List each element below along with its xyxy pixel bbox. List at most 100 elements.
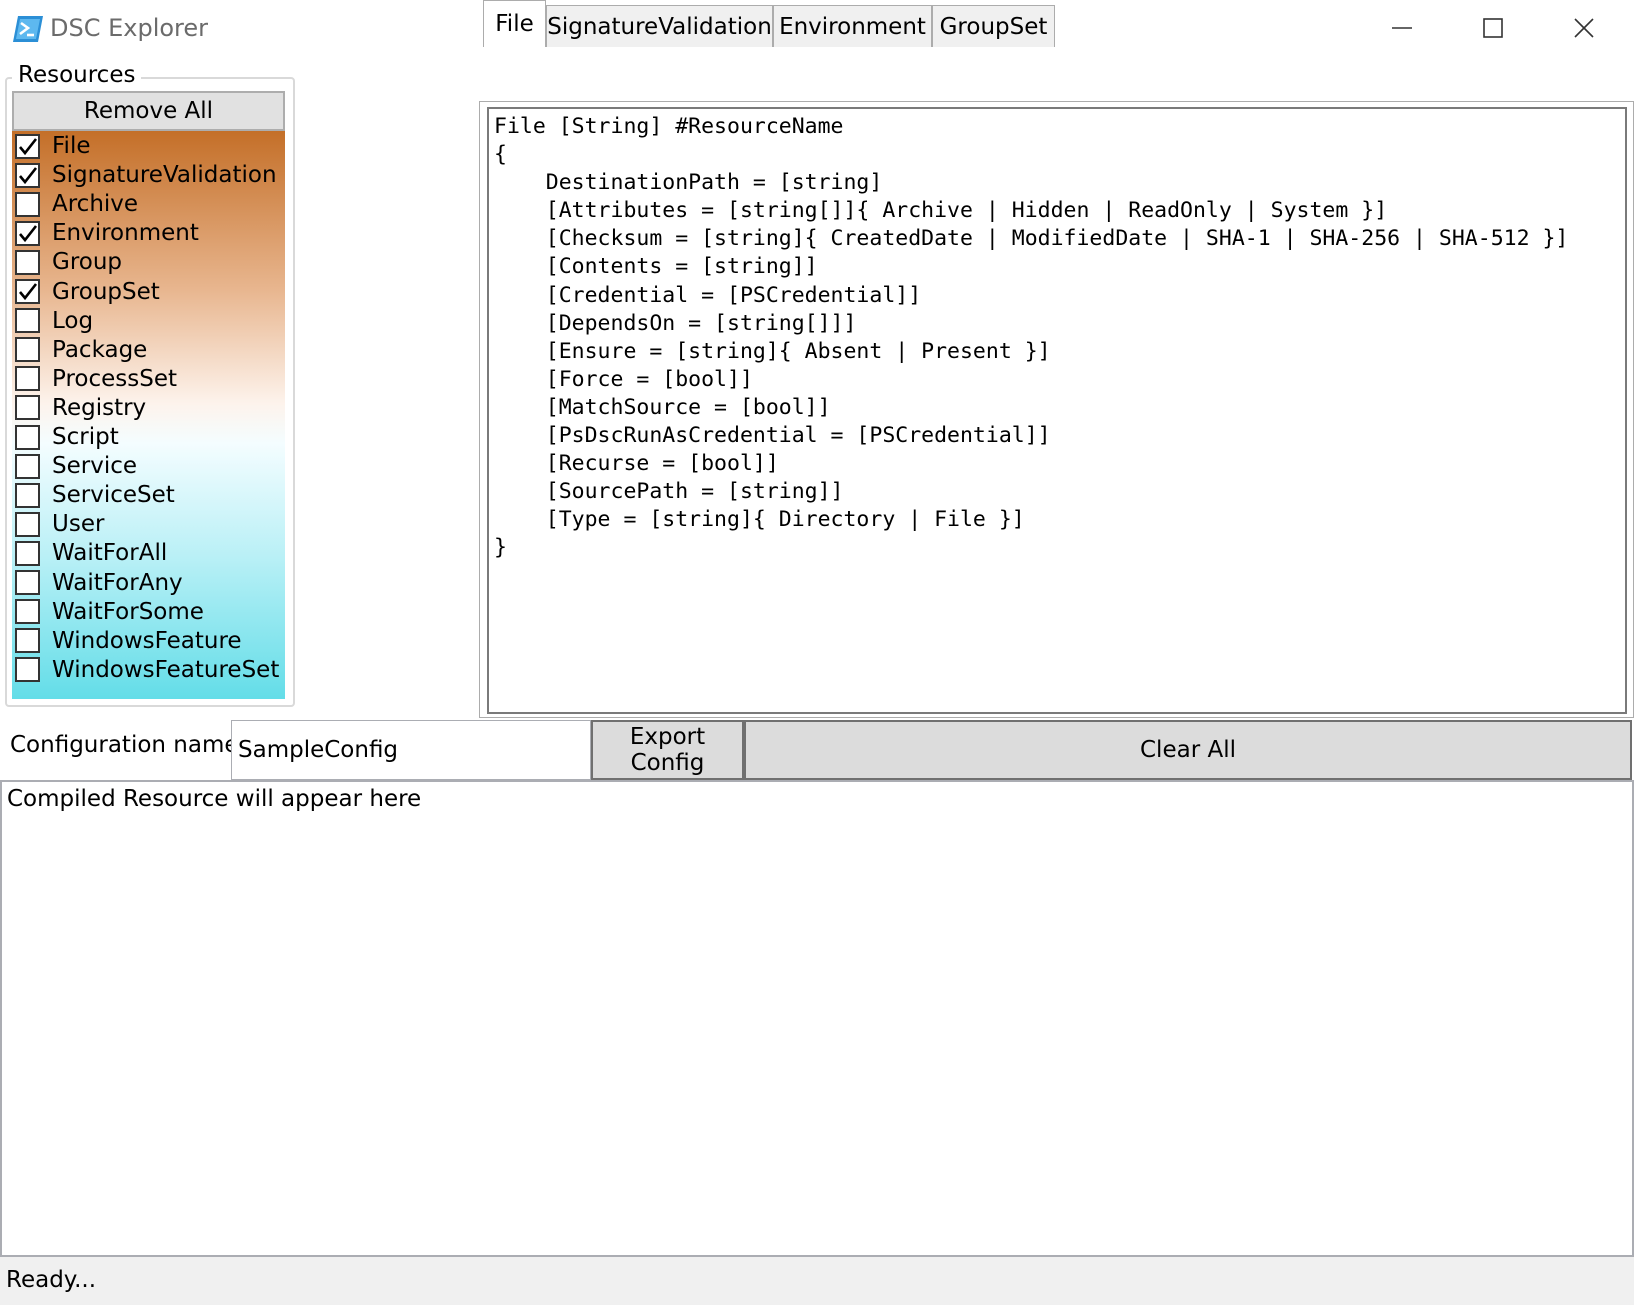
resource-item-script[interactable]: Script <box>12 422 285 452</box>
resource-item-label: WaitForSome <box>52 598 204 625</box>
resource-checkbox[interactable] <box>15 308 40 334</box>
resource-checkbox[interactable] <box>15 249 40 275</box>
powershell-icon <box>12 14 44 44</box>
resource-item-registry[interactable]: Registry <box>12 393 285 423</box>
code-line: } <box>494 535 507 561</box>
resource-item-label: Service <box>52 453 138 480</box>
resource-item-windowsfeature[interactable]: WindowsFeature <box>12 626 285 656</box>
configuration-name-input[interactable] <box>231 720 591 780</box>
checkmark-icon <box>19 166 38 184</box>
resource-item-label: Log <box>52 307 94 334</box>
resource-checkbox[interactable] <box>15 220 40 246</box>
window-title: DSC Explorer <box>50 14 209 42</box>
status-bar: Ready... <box>0 1257 1634 1305</box>
resource-item-label: Package <box>52 336 148 363</box>
resource-checkbox[interactable] <box>15 133 40 159</box>
resource-item-label: WaitForAll <box>52 540 168 567</box>
checkmark-icon <box>19 224 38 242</box>
resource-item-label: WaitForAny <box>52 569 183 596</box>
checkmark-icon <box>19 137 38 155</box>
resource-item-label: ServiceSet <box>52 482 175 509</box>
tab-environment[interactable]: Environment <box>773 5 932 47</box>
resource-checkbox[interactable] <box>15 628 40 654</box>
tab-file[interactable]: File <box>483 0 546 47</box>
resource-checkbox[interactable] <box>15 162 40 188</box>
tab-groupset[interactable]: GroupSet <box>932 5 1055 47</box>
code-line: [Attributes = [string[]]{ Archive | Hidd… <box>494 198 1388 224</box>
resource-item-signaturevalidation[interactable]: SignatureValidation <box>12 160 285 190</box>
resource-checkbox[interactable] <box>15 453 40 479</box>
code-line: [Force = [bool]] <box>494 366 753 392</box>
resource-item-label: GroupSet <box>52 278 160 305</box>
code-line: DestinationPath = [string] <box>494 170 883 196</box>
resource-item-label: File <box>52 133 91 159</box>
resource-checkbox[interactable] <box>15 570 40 595</box>
resource-item-label: Group <box>52 249 123 276</box>
close-button[interactable] <box>1554 6 1614 50</box>
resource-item-label: User <box>52 511 105 538</box>
resource-checkbox[interactable] <box>15 657 40 683</box>
resource-item-file[interactable]: File <box>12 131 285 161</box>
resource-item-environment[interactable]: Environment <box>12 218 285 248</box>
resource-item-label: Archive <box>52 191 139 218</box>
minimize-button[interactable] <box>1372 6 1432 50</box>
export-config-button[interactable]: Export Config <box>591 720 744 780</box>
checkmark-icon <box>19 283 38 301</box>
resource-item-label: WindowsFeatureSet <box>52 656 280 683</box>
resources-list[interactable]: File SignatureValidation Archive Environmen… <box>12 131 285 699</box>
resource-item-package[interactable]: Package <box>12 335 285 365</box>
resource-item-waitforany[interactable]: WaitForAny <box>12 568 285 598</box>
resource-item-label: SignatureValidation <box>52 162 277 189</box>
code-line: [Recurse = [bool]] <box>494 451 779 477</box>
code-line: File [String] #ResourceName <box>494 114 844 139</box>
resource-item-windowsfeatureset[interactable]: WindowsFeatureSet <box>12 655 285 685</box>
code-line: [Type = [string]{ Directory | File }] <box>494 507 1025 533</box>
resource-syntax-code: File [String] #ResourceName { Destination… <box>494 113 1568 563</box>
resource-item-waitforsome[interactable]: WaitForSome <box>12 597 285 627</box>
resource-checkbox[interactable] <box>15 337 40 363</box>
resource-item-label: Registry <box>52 394 147 421</box>
clear-all-button[interactable]: Clear All <box>744 720 1632 780</box>
status-text: Ready... <box>6 1267 97 1293</box>
maximize-icon <box>1483 18 1503 38</box>
code-line: [Credential = [PSCredential]] <box>494 282 922 308</box>
resource-checkbox[interactable] <box>15 395 40 421</box>
code-line: [MatchSource = [bool]] <box>494 394 831 420</box>
tab-signaturevalidation[interactable]: SignatureValidation <box>546 5 773 47</box>
resource-item-group[interactable]: Group <box>12 247 285 277</box>
resource-checkbox[interactable] <box>15 424 40 450</box>
resource-item-processset[interactable]: ProcessSet <box>12 364 285 394</box>
resource-item-waitforall[interactable]: WaitForAll <box>12 538 285 568</box>
resource-item-label: ProcessSet <box>52 365 178 392</box>
resource-checkbox[interactable] <box>15 540 40 566</box>
resource-item-label: Script <box>52 424 119 450</box>
code-line: [Contents = [string]] <box>494 254 818 280</box>
code-line: [Checksum = [string]{ CreatedDate | Modi… <box>494 226 1569 252</box>
configuration-name-label: Configuration name <box>10 732 239 758</box>
code-line: [PsDscRunAsCredential = [PSCredential]] <box>494 423 1051 449</box>
maximize-button[interactable] <box>1463 6 1523 50</box>
minimize-icon <box>1392 27 1412 29</box>
compiled-output-textbox[interactable]: Compiled Resource will appear here <box>0 780 1634 1257</box>
resource-checkbox[interactable] <box>15 191 40 217</box>
resource-checkbox[interactable] <box>15 511 40 537</box>
resource-item-archive[interactable]: Archive <box>12 189 285 219</box>
resources-group-label: Resources <box>12 62 142 88</box>
code-line: [DependsOn = [string[]]] <box>494 310 857 336</box>
code-line: [Ensure = [string]{ Absent | Present }] <box>494 338 1051 364</box>
resource-item-serviceset[interactable]: ServiceSet <box>12 480 285 510</box>
compiled-output-text: Compiled Resource will appear here <box>7 786 422 812</box>
resource-item-log[interactable]: Log <box>12 306 285 336</box>
resource-checkbox[interactable] <box>15 366 40 392</box>
resource-item-groupset[interactable]: GroupSet <box>12 277 285 307</box>
resource-item-label: WindowsFeature <box>52 627 242 654</box>
close-icon <box>1574 18 1594 38</box>
resource-syntax-textbox[interactable]: File [String] #ResourceName { Destination… <box>487 107 1627 714</box>
resource-item-user[interactable]: User <box>12 509 285 539</box>
resource-checkbox[interactable] <box>15 482 40 508</box>
code-line: { <box>494 142 507 168</box>
resource-checkbox[interactable] <box>15 599 40 625</box>
resource-checkbox[interactable] <box>15 279 40 304</box>
remove-all-button[interactable]: Remove All <box>12 91 285 131</box>
resource-item-service[interactable]: Service <box>12 451 285 481</box>
